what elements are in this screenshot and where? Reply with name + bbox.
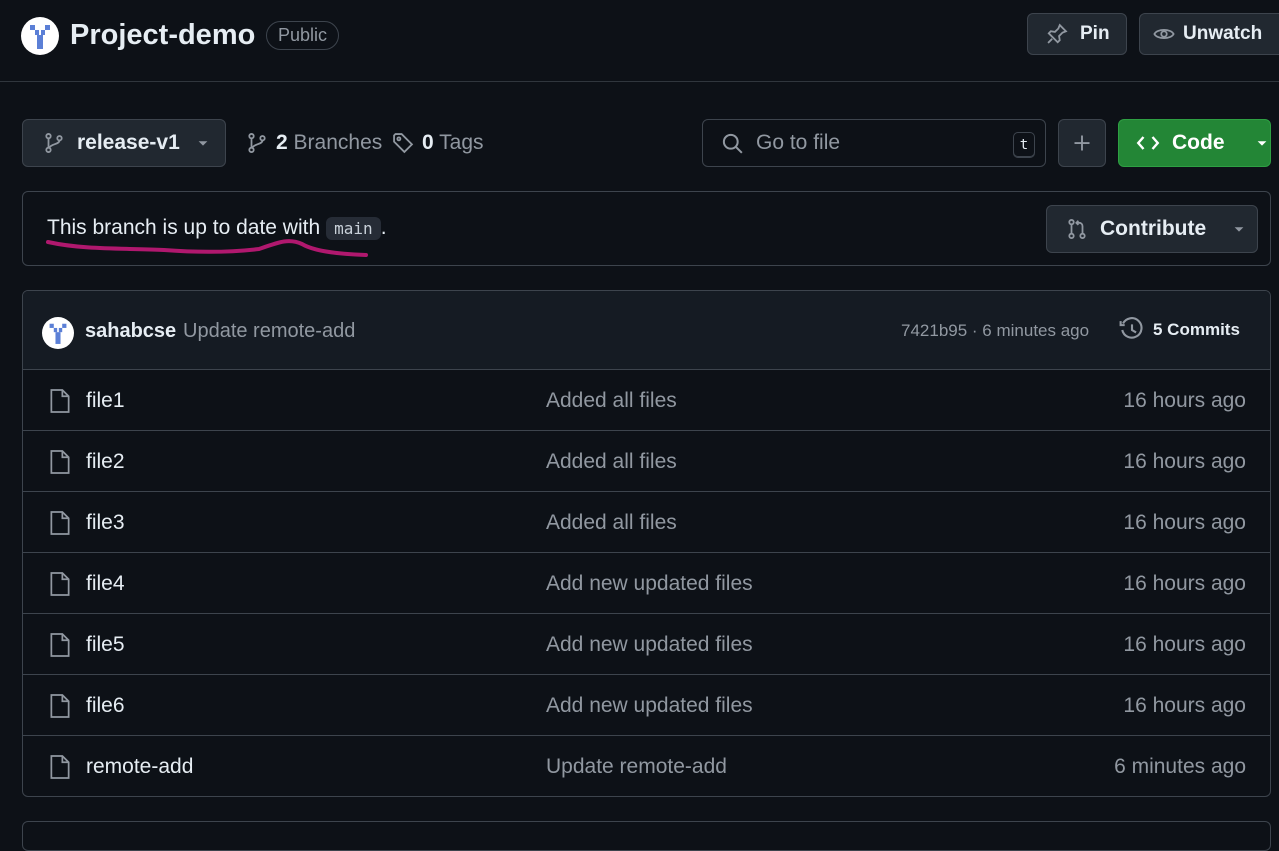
commit-message[interactable]: Update remote-add [183, 320, 355, 343]
file-commit-time: 16 hours ago [1123, 572, 1246, 595]
latest-commit-bar: sahabcse Update remote-add 7421b95 · 6 m… [23, 291, 1270, 370]
file-row[interactable]: file5 Add new updated files 16 hours ago [23, 614, 1270, 675]
file-commit-message[interactable]: Add new updated files [546, 633, 753, 657]
code-label: Code [1172, 131, 1225, 154]
pull-request-icon [1068, 219, 1086, 239]
notice-suffix: . [380, 216, 387, 239]
file-commit-message[interactable]: Add new updated files [546, 694, 753, 718]
repo-owner-avatar[interactable] [21, 17, 59, 55]
plus-icon [1074, 135, 1090, 151]
shortcut-key: t [1013, 132, 1035, 158]
caret-down-icon [1234, 227, 1244, 232]
unwatch-button[interactable]: Unwatch [1139, 13, 1279, 55]
file-commit-message[interactable]: Add new updated files [546, 572, 753, 596]
repo-name[interactable]: Project-demo [70, 19, 255, 52]
file-commit-time: 6 minutes ago [1114, 755, 1246, 778]
git-branch-icon [45, 133, 63, 153]
file-name[interactable]: file2 [86, 450, 125, 474]
add-file-button[interactable] [1058, 119, 1106, 167]
file-commit-message[interactable]: Added all files [546, 450, 677, 474]
file-commit-message[interactable]: Added all files [546, 389, 677, 413]
file-name[interactable]: file4 [86, 572, 125, 596]
file-name[interactable]: file5 [86, 633, 125, 657]
branch-name: release-v1 [77, 131, 180, 154]
file-icon [50, 450, 70, 474]
contribute-label: Contribute [1100, 217, 1207, 240]
file-row[interactable]: remote-add Update remote-add 6 minutes ago [23, 736, 1270, 796]
file-icon [50, 511, 70, 535]
unwatch-label: Unwatch [1183, 23, 1263, 44]
file-icon [50, 633, 70, 657]
caret-down-icon [198, 141, 208, 146]
author-avatar[interactable] [42, 317, 74, 349]
file-table: sahabcse Update remote-add 7421b95 · 6 m… [22, 290, 1271, 797]
file-commit-time: 16 hours ago [1123, 511, 1246, 534]
commits-label: 5 Commits [1153, 320, 1240, 339]
git-branch-icon [248, 133, 266, 153]
file-name[interactable]: remote-add [86, 755, 193, 779]
caret-down-icon [1257, 141, 1266, 146]
pin-icon [1047, 23, 1068, 44]
file-commit-message[interactable]: Added all files [546, 511, 677, 535]
file-list: file1 Added all files 16 hours ago file2 Add… [23, 370, 1270, 796]
code-button[interactable]: Code [1118, 119, 1271, 167]
file-row[interactable]: file6 Add new updated files 16 hours ago [23, 675, 1270, 736]
readme-box [22, 821, 1271, 851]
eye-icon [1153, 28, 1175, 40]
file-icon [50, 389, 70, 413]
file-row[interactable]: file4 Add new updated files 16 hours ago [23, 553, 1270, 614]
file-commit-time: 16 hours ago [1123, 694, 1246, 717]
file-commit-time: 16 hours ago [1123, 633, 1246, 656]
history-icon [1119, 317, 1143, 339]
branches-count: 2 [276, 131, 288, 154]
search-icon [722, 133, 743, 154]
pin-label: Pin [1080, 23, 1110, 44]
tags-count: 0 [422, 131, 434, 154]
hand-drawn-underline [46, 239, 368, 257]
file-commit-time: 16 hours ago [1123, 450, 1246, 473]
contribute-button[interactable]: Contribute [1046, 205, 1258, 253]
file-commit-time: 16 hours ago [1123, 389, 1246, 412]
tags-label: Tags [439, 131, 484, 154]
file-row[interactable]: file1 Added all files 16 hours ago [23, 370, 1270, 431]
file-name[interactable]: file3 [86, 511, 125, 535]
branches-link[interactable]: 2 Branches [246, 131, 382, 155]
pin-button[interactable]: Pin [1027, 13, 1127, 55]
file-name[interactable]: file6 [86, 694, 125, 718]
commits-history-link[interactable]: 5 Commits [1119, 317, 1240, 343]
tag-icon [393, 133, 414, 154]
visibility-badge: Public [266, 21, 340, 50]
branches-label: Branches [293, 131, 383, 154]
file-name[interactable]: file1 [86, 389, 125, 413]
file-row[interactable]: file3 Added all files 16 hours ago [23, 492, 1270, 553]
file-icon [50, 694, 70, 718]
file-row[interactable]: file2 Added all files 16 hours ago [23, 431, 1270, 492]
tags-link[interactable]: 0 Tags [392, 131, 484, 155]
commit-author[interactable]: sahabcse [85, 320, 176, 343]
branch-selector[interactable]: release-v1 [22, 119, 226, 167]
go-to-file-search[interactable]: t [702, 119, 1046, 167]
go-to-file-input[interactable] [756, 131, 1006, 155]
file-commit-message[interactable]: Update remote-add [546, 755, 727, 779]
commit-hash-time[interactable]: 7421b95 · 6 minutes ago [901, 321, 1089, 341]
code-icon [1136, 136, 1160, 150]
repo-header: Project-demo Public Pin Unwatch [0, 0, 1279, 82]
file-icon [50, 572, 70, 596]
file-icon [50, 755, 70, 779]
